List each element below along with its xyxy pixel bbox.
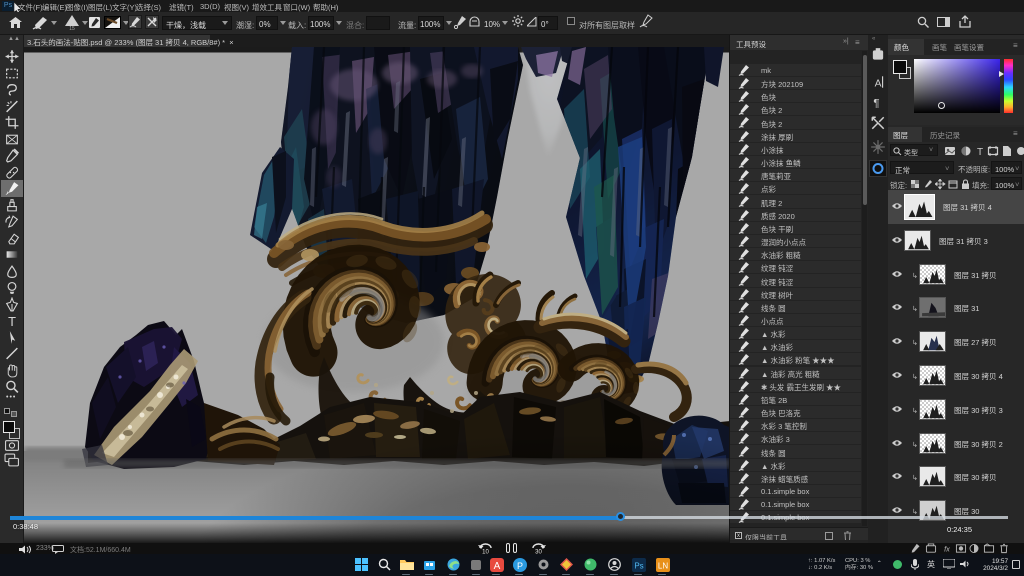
svg-text:T: T xyxy=(977,147,983,157)
svg-text:¶: ¶ xyxy=(873,98,879,110)
svg-text:fx: fx xyxy=(944,544,950,553)
svg-text:15: 15 xyxy=(69,26,75,30)
svg-text:A: A xyxy=(875,79,882,90)
svg-text:Ps: Ps xyxy=(634,562,643,571)
svg-text:LN: LN xyxy=(658,562,668,571)
svg-text:T: T xyxy=(8,314,16,328)
svg-text:P: P xyxy=(517,561,523,571)
svg-text:A: A xyxy=(494,561,501,572)
